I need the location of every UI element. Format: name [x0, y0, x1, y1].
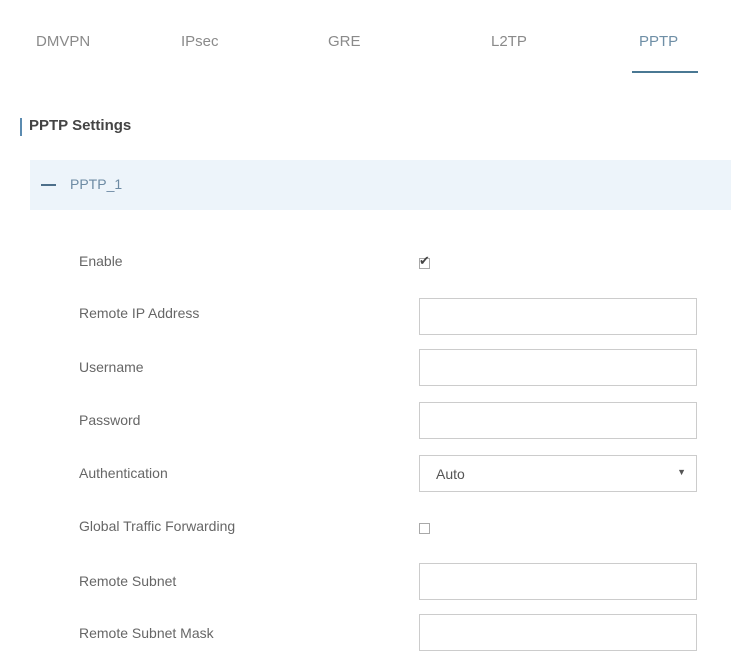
- remote-ip-label: Remote IP Address: [79, 305, 200, 321]
- check-icon: ✔: [419, 253, 430, 268]
- tab-ipsec[interactable]: IPsec: [181, 33, 219, 50]
- tab-l2tp[interactable]: L2TP: [491, 33, 527, 50]
- tab-dmvpn[interactable]: DMVPN: [36, 33, 90, 50]
- tab-pptp[interactable]: PPTP: [639, 33, 678, 50]
- username-label: Username: [79, 359, 144, 375]
- remote-ip-input[interactable]: [419, 298, 697, 335]
- group-label: PPTP_1: [70, 176, 123, 192]
- global-traffic-forwarding-checkbox[interactable]: [419, 523, 430, 534]
- global-traffic-forwarding-label: Global Traffic Forwarding: [79, 518, 236, 534]
- password-input[interactable]: [419, 402, 697, 439]
- minus-icon: [41, 184, 56, 186]
- remote-subnet-input[interactable]: [419, 563, 697, 600]
- caret-down-icon: ▼: [677, 467, 686, 477]
- authentication-label: Authentication: [79, 465, 168, 481]
- tab-gre[interactable]: GRE: [328, 33, 361, 50]
- enable-label: Enable: [79, 253, 123, 269]
- pptp-1-group-header[interactable]: PPTP_1: [30, 160, 731, 210]
- password-label: Password: [79, 412, 141, 428]
- remote-subnet-mask-label: Remote Subnet Mask: [79, 625, 214, 641]
- enable-checkbox[interactable]: ✔: [419, 254, 430, 269]
- active-tab-indicator: [632, 71, 698, 73]
- section-title: PPTP Settings: [29, 117, 132, 134]
- username-input[interactable]: [419, 349, 697, 386]
- remote-subnet-mask-input[interactable]: [419, 614, 697, 651]
- authentication-select[interactable]: Auto ▼: [419, 455, 697, 492]
- authentication-selected-value: Auto: [436, 466, 465, 482]
- tab-bar: DMVPN IPsec GRE L2TP PPTP: [0, 0, 731, 80]
- remote-subnet-label: Remote Subnet: [79, 573, 177, 589]
